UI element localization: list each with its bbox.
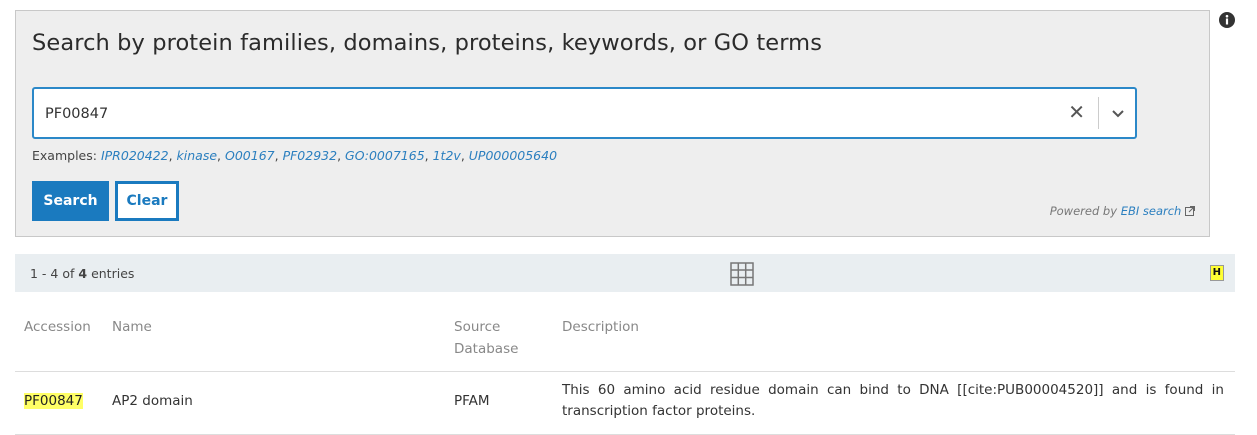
search-panel: Search by protein families, domains, pro…	[15, 10, 1210, 237]
example-link[interactable]: IPR020422	[101, 148, 169, 163]
example-link[interactable]: GO:0007165	[345, 148, 425, 163]
search-input[interactable]	[43, 89, 1057, 139]
external-link-icon	[1185, 206, 1195, 216]
table-row-description: This 60 amino acid residue domain can bi…	[562, 382, 1224, 419]
example-link[interactable]: PF02932	[283, 148, 338, 163]
highlight-toggle[interactable]: H	[1209, 265, 1224, 281]
table-view-icon[interactable]	[730, 262, 754, 286]
examples-line: Examples: IPR020422, kinase, O00167, PF0…	[32, 148, 558, 163]
clear-input-icon[interactable]: ✕	[1068, 101, 1085, 123]
search-box[interactable]: ✕	[32, 87, 1137, 139]
header-divider	[15, 371, 1235, 372]
results-total: 4	[78, 266, 88, 281]
search-title: Search by protein families, domains, pro…	[32, 30, 823, 56]
results-bar: 1 - 4 of 4 entries H	[15, 254, 1235, 292]
clear-button[interactable]: Clear	[115, 181, 179, 221]
results-range: 1 - 4 of	[30, 266, 75, 281]
search-button[interactable]: Search	[32, 181, 109, 221]
example-link[interactable]: O00167	[225, 148, 275, 163]
table-row-source: PFAM	[454, 393, 490, 409]
header-name[interactable]: Name	[112, 316, 152, 338]
example-link[interactable]: UP000005640	[469, 148, 557, 163]
results-count: 1 - 4 of 4 entries	[30, 266, 134, 281]
chevron-down-icon[interactable]	[1108, 103, 1128, 123]
header-source-database[interactable]: Source Database	[454, 316, 534, 360]
ebi-search-link[interactable]: EBI search	[1121, 204, 1182, 218]
ebi-search-link-label: EBI search	[1120, 204, 1182, 218]
info-icon[interactable]	[1219, 12, 1235, 28]
powered-by: Powered by EBI search	[1050, 204, 1195, 218]
header-accession[interactable]: Accession	[24, 316, 91, 338]
results-unit: entries	[91, 266, 135, 281]
example-link[interactable]: 1t2v	[433, 148, 461, 163]
input-divider	[1098, 97, 1099, 129]
table-row-accession[interactable]: PF00847	[24, 391, 83, 412]
header-description[interactable]: Description	[562, 316, 639, 338]
table-row-name[interactable]: AP2 domain	[112, 391, 193, 412]
powered-by-label: Powered by	[1049, 204, 1118, 218]
accession-link[interactable]: PF00847	[24, 393, 83, 409]
examples-label: Examples:	[32, 148, 97, 163]
example-link[interactable]: kinase	[177, 148, 218, 163]
